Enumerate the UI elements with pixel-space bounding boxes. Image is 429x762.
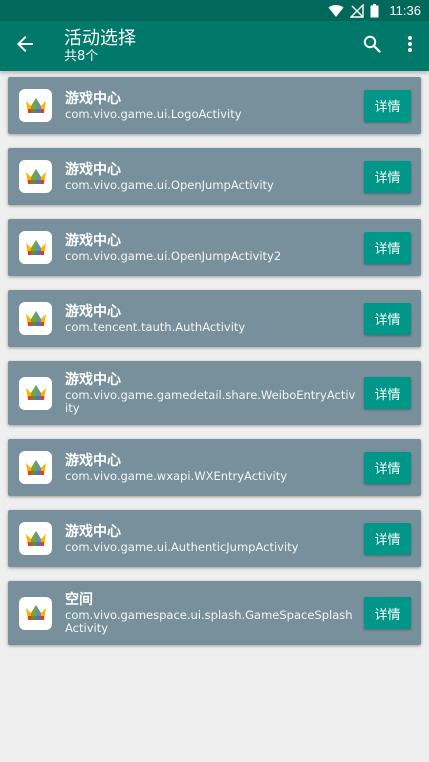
app-name: 游戏中心: [65, 233, 121, 249]
activity-list: 游戏中心 com.vivo.game.ui.LogoActivity 详情 游戏…: [0, 71, 429, 645]
app-crown-icon: [19, 160, 52, 193]
app-name: 游戏中心: [65, 372, 121, 388]
more-vert-icon: [407, 35, 413, 57]
app-crown-icon: [19, 89, 52, 122]
app-name: 游戏中心: [65, 162, 121, 178]
details-button[interactable]: 详情: [364, 89, 411, 122]
activity-name: com.vivo.game.gamedetail.share.WeiboEntr…: [65, 388, 356, 415]
more-options-button[interactable]: [391, 21, 429, 71]
app-crown-icon: [19, 522, 52, 555]
details-button[interactable]: 详情: [364, 451, 411, 484]
app-bar: 活动选择 共8个: [0, 21, 429, 71]
activity-name: com.vivo.game.ui.OpenJumpActivity: [65, 178, 274, 192]
app-name: 空间: [65, 592, 93, 608]
activity-name: com.vivo.gamespace.ui.splash.GameSpaceSp…: [65, 608, 353, 635]
page-subtitle: 共8个: [64, 48, 99, 64]
no-signal-icon: [350, 3, 365, 18]
app-name: 游戏中心: [65, 91, 121, 107]
details-button[interactable]: 详情: [364, 231, 411, 264]
details-button[interactable]: 详情: [364, 522, 411, 555]
back-button[interactable]: [0, 21, 50, 71]
page-title: 活动选择: [64, 27, 136, 49]
wifi-icon: [328, 4, 344, 18]
activity-card[interactable]: 游戏中心 com.vivo.game.ui.OpenJumpActivity2 …: [8, 219, 421, 276]
details-button[interactable]: 详情: [364, 597, 411, 629]
app-name: 游戏中心: [65, 304, 121, 320]
app-name: 游戏中心: [65, 524, 121, 540]
title-block: 活动选择 共8个: [50, 28, 353, 65]
activity-name: com.vivo.game.ui.AuthenticJumpActivity: [65, 540, 299, 554]
activity-card[interactable]: 空间 com.vivo.gamespace.ui.splash.GameSpac…: [8, 581, 421, 645]
search-icon: [363, 35, 381, 57]
activity-name: com.tencent.tauth.AuthActivity: [65, 320, 246, 334]
activity-card[interactable]: 游戏中心 com.vivo.game.wxapi.WXEntryActivity…: [8, 439, 421, 496]
app-crown-icon: [19, 302, 52, 335]
activity-name: com.vivo.game.wxapi.WXEntryActivity: [65, 469, 288, 483]
activity-card[interactable]: 游戏中心 com.vivo.game.ui.AuthenticJumpActiv…: [8, 510, 421, 567]
details-button[interactable]: 详情: [364, 302, 411, 335]
arrow-back-icon: [16, 35, 34, 57]
app-name: 游戏中心: [65, 453, 121, 469]
activity-card[interactable]: 游戏中心 com.vivo.game.ui.LogoActivity 详情: [8, 77, 421, 134]
activity-card[interactable]: 游戏中心 com.vivo.game.gamedetail.share.Weib…: [8, 361, 421, 425]
activity-card[interactable]: 游戏中心 com.vivo.game.ui.OpenJumpActivity 详…: [8, 148, 421, 205]
search-button[interactable]: [353, 21, 391, 71]
status-time: 11:36: [389, 3, 421, 18]
app-crown-icon: [19, 451, 52, 484]
app-crown-icon: [19, 376, 52, 410]
battery-icon: [370, 3, 379, 18]
activity-card[interactable]: 游戏中心 com.tencent.tauth.AuthActivity 详情: [8, 290, 421, 347]
app-crown-icon: [19, 231, 52, 264]
details-button[interactable]: 详情: [364, 377, 411, 409]
app-crown-icon: [19, 596, 52, 630]
details-button[interactable]: 详情: [364, 160, 411, 193]
activity-name: com.vivo.game.ui.LogoActivity: [65, 107, 242, 121]
activity-name: com.vivo.game.ui.OpenJumpActivity2: [65, 249, 282, 263]
status-bar: 11:36: [0, 0, 429, 21]
